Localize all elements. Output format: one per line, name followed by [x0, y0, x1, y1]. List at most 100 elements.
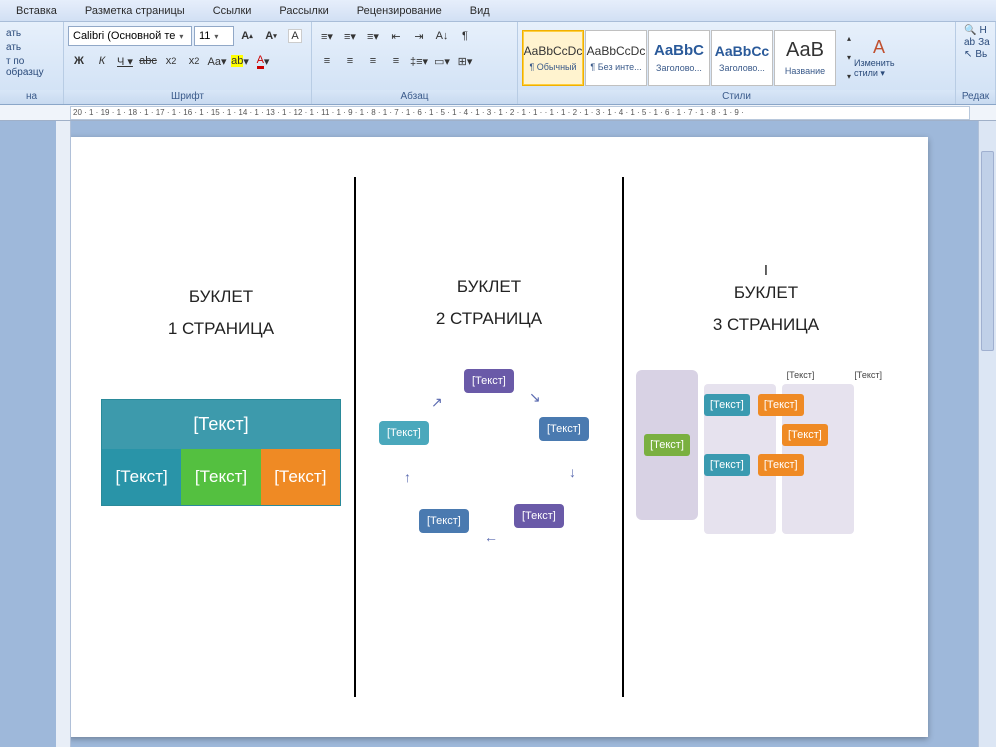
sa3-root[interactable]: [Текст] — [636, 370, 698, 520]
editing-group: 🔍Н abЗа ↖Вь Редак — [956, 22, 996, 104]
binoculars-icon: 🔍 — [964, 25, 976, 36]
shrink-font-button[interactable]: A▾ — [260, 25, 282, 47]
sa1-cell-1[interactable]: [Текст] — [102, 449, 181, 505]
clipboard-group: ать ать т по образцу на — [0, 22, 64, 104]
format-painter-button[interactable]: т по образцу — [4, 55, 64, 79]
col3-roman: I — [764, 262, 768, 279]
booklet-col-2: БУКЛЕТ 2 СТРАНИЦА [Текст] [Текст] [Текст… — [356, 177, 624, 697]
font-label: Шрифт — [64, 90, 311, 104]
find-button[interactable]: 🔍Н — [964, 25, 991, 36]
line-spacing-button[interactable]: ‡≡▾ — [408, 50, 430, 72]
arrow-icon: ← — [484, 529, 498, 545]
cycle-node-2[interactable]: [Текст] — [539, 417, 589, 441]
font-color-button[interactable]: A▾ — [252, 50, 274, 72]
strike-button[interactable]: abc — [137, 50, 159, 72]
smartart-hierarchy[interactable]: [Текст] [Текст] [Текст] [Текст] — [101, 399, 341, 506]
paragraph-label: Абзац — [312, 90, 517, 104]
cursor-icon: ↖ — [964, 49, 972, 60]
underline-button[interactable]: Ч ▾ — [114, 50, 136, 72]
booklet-col-3: I БУКЛЕТ 3 СТРАНИЦА [Текст] [Текст] [Тек… — [624, 177, 908, 697]
multilevel-button[interactable]: ≡▾ — [362, 25, 384, 47]
ribbon: ать ать т по образцу на Calibri (Основно… — [0, 22, 996, 105]
smartart-org[interactable]: [Текст] [Текст] [Текст] [Текст] [Тек — [636, 370, 896, 534]
clipboard-label: на — [0, 90, 63, 104]
cycle-node-1[interactable]: [Текст] — [464, 369, 514, 393]
replace-button[interactable]: abЗа — [964, 37, 991, 48]
borders-button[interactable]: ⊞▾ — [454, 50, 476, 72]
copy-button[interactable]: ать — [4, 41, 64, 54]
sa1-top[interactable]: [Текст] — [102, 400, 340, 449]
editing-label: Редак — [956, 90, 995, 104]
align-left-button[interactable]: ≡ — [316, 50, 338, 72]
superscript-button[interactable]: x2 — [183, 50, 205, 72]
change-styles-icon: A — [873, 37, 885, 58]
ruler[interactable]: 20 · 1 · 19 · 1 · 18 · 1 · 17 · 1 · 16 ·… — [0, 105, 996, 121]
menu-page-layout[interactable]: Разметка страницы — [71, 2, 199, 20]
sa3-box-2[interactable]: [Текст] — [758, 394, 804, 416]
shading-button[interactable]: ▭▾ — [431, 50, 453, 72]
col1-title: БУКЛЕТ — [189, 287, 253, 307]
change-case-button[interactable]: Aa▾ — [206, 50, 228, 72]
menu-view[interactable]: Вид — [456, 2, 504, 20]
sa1-cell-2[interactable]: [Текст] — [181, 449, 260, 505]
style-normal[interactable]: AaBbCcDc ¶ Обычный — [522, 30, 584, 86]
cut-button[interactable]: ать — [4, 27, 64, 40]
sa3-box-4[interactable]: [Текст] — [704, 454, 750, 476]
menu-review[interactable]: Рецензирование — [343, 2, 456, 20]
highlight-button[interactable]: ab▾ — [229, 50, 251, 72]
scrollbar-thumb[interactable] — [981, 151, 994, 351]
arrow-icon: ↗ — [431, 394, 443, 411]
arrow-icon: ↘ — [529, 389, 541, 406]
italic-button[interactable]: К — [91, 50, 113, 72]
font-size-combo[interactable]: 11▾ — [194, 26, 234, 46]
subscript-button[interactable]: x2 — [160, 50, 182, 72]
style-heading1[interactable]: AaBbC Заголово... — [648, 30, 710, 86]
bullets-button[interactable]: ≡▾ — [316, 25, 338, 47]
style-title[interactable]: АаВ Название — [774, 30, 836, 86]
indent-dec-button[interactable]: ⇤ — [385, 25, 407, 47]
sa1-cell-3[interactable]: [Текст] — [261, 449, 340, 505]
sort-button[interactable]: A↓ — [431, 25, 453, 47]
styles-label: Стили — [518, 90, 955, 104]
numbering-button[interactable]: ≡▾ — [339, 25, 361, 47]
menu-mailings[interactable]: Рассылки — [265, 2, 342, 20]
align-right-button[interactable]: ≡ — [362, 50, 384, 72]
sa3-box-5[interactable]: [Текст] — [758, 454, 804, 476]
col3-title: БУКЛЕТ — [734, 283, 798, 303]
col2-sub: 2 СТРАНИЦА — [436, 309, 542, 329]
menu-references[interactable]: Ссылки — [199, 2, 266, 20]
select-button[interactable]: ↖Вь — [964, 49, 991, 60]
font-family-combo[interactable]: Calibri (Основной те▾ — [68, 26, 192, 46]
cycle-node-3[interactable]: [Текст] — [514, 504, 564, 528]
vertical-scrollbar[interactable] — [978, 121, 996, 747]
show-marks-button[interactable]: ¶ — [454, 25, 476, 47]
ruler-track: 20 · 1 · 19 · 1 · 18 · 1 · 17 · 1 · 16 ·… — [70, 106, 970, 120]
arrow-icon: ↑ — [404, 469, 411, 485]
page[interactable]: БУКЛЕТ 1 СТРАНИЦА [Текст] [Текст] [Текст… — [68, 137, 928, 737]
smartart-cycle[interactable]: [Текст] [Текст] [Текст] [Текст] [Текст] … — [369, 369, 609, 569]
document-area: БУКЛЕТ 1 СТРАНИЦА [Текст] [Текст] [Текст… — [0, 121, 996, 747]
bold-button[interactable]: Ж — [68, 50, 90, 72]
styles-gallery[interactable]: AaBbCcDc ¶ Обычный AaBbCcDc ¶ Без инте..… — [522, 30, 836, 86]
sa3-box-3[interactable]: [Текст] — [782, 424, 828, 446]
grow-font-button[interactable]: A▴ — [236, 25, 258, 47]
col3-sub: 3 СТРАНИЦА — [713, 315, 819, 335]
sa3-hdr-2: [Текст] — [854, 370, 882, 380]
menu-bar: Вставка Разметка страницы Ссылки Рассылк… — [0, 0, 996, 22]
font-group: Calibri (Основной те▾ 11▾ A▴ A▾ A Ж К Ч … — [64, 22, 312, 104]
change-styles-button[interactable]: A Изменить стили ▾ — [854, 37, 904, 79]
arrow-icon: ↓ — [569, 464, 576, 480]
cycle-node-4[interactable]: [Текст] — [419, 509, 469, 533]
justify-button[interactable]: ≡ — [385, 50, 407, 72]
sa3-hdr-1: [Текст] — [787, 370, 815, 380]
indent-inc-button[interactable]: ⇥ — [408, 25, 430, 47]
style-heading2[interactable]: AaBbCc Заголово... — [711, 30, 773, 86]
menu-insert[interactable]: Вставка — [2, 2, 71, 20]
style-no-spacing[interactable]: AaBbCcDc ¶ Без инте... — [585, 30, 647, 86]
sa3-box-1[interactable]: [Текст] — [704, 394, 750, 416]
sa3-root-box[interactable]: [Текст] — [644, 434, 690, 456]
col1-sub: 1 СТРАНИЦА — [168, 319, 274, 339]
cycle-node-5[interactable]: [Текст] — [379, 421, 429, 445]
clear-format-button[interactable]: A — [284, 25, 306, 47]
align-center-button[interactable]: ≡ — [339, 50, 361, 72]
